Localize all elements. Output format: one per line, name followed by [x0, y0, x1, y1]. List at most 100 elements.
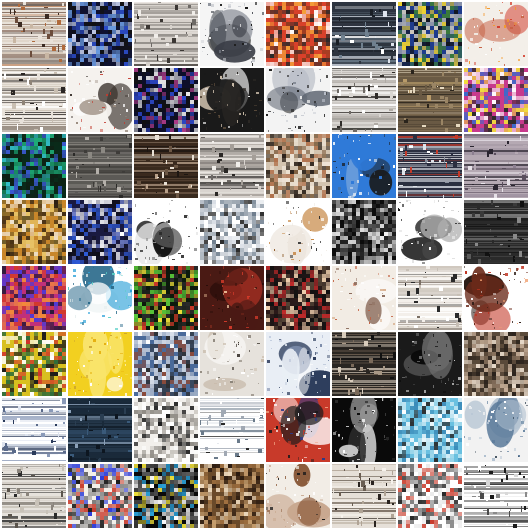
sample-image-tile	[68, 398, 132, 462]
sample-image-tile	[200, 68, 264, 132]
sample-image-tile	[68, 200, 132, 264]
sample-image-tile	[68, 266, 132, 330]
sample-image	[134, 134, 198, 198]
sample-image-tile	[464, 464, 528, 528]
sample-image-tile	[200, 200, 264, 264]
sample-image-tile	[2, 2, 66, 66]
sample-image-tile	[2, 68, 66, 132]
sample-image	[134, 2, 198, 66]
sample-image-tile	[134, 398, 198, 462]
sample-image	[68, 464, 132, 528]
sample-image	[398, 200, 462, 264]
sample-image	[464, 68, 528, 132]
sample-image-tile	[266, 332, 330, 396]
sample-image	[332, 200, 396, 264]
sample-image	[68, 200, 132, 264]
sample-image	[134, 200, 198, 264]
sample-image	[200, 332, 264, 396]
sample-image	[2, 266, 66, 330]
sample-image	[200, 266, 264, 330]
sample-image	[332, 68, 396, 132]
sample-image	[266, 332, 330, 396]
sample-image-tile	[332, 134, 396, 198]
sample-image	[398, 464, 462, 528]
sample-image	[2, 398, 66, 462]
sample-image-tile	[332, 68, 396, 132]
sample-image	[332, 464, 396, 528]
sample-image	[200, 134, 264, 198]
sample-image-tile	[266, 134, 330, 198]
sample-image	[68, 266, 132, 330]
sample-image	[68, 68, 132, 132]
sample-image	[464, 464, 528, 528]
sample-image-tile	[2, 332, 66, 396]
sample-image-tile	[332, 266, 396, 330]
sample-image-tile	[68, 332, 132, 396]
sample-image	[332, 398, 396, 462]
sample-image	[68, 2, 132, 66]
sample-image	[266, 200, 330, 264]
sample-image	[68, 332, 132, 396]
sample-image-tile	[464, 2, 528, 66]
sample-image-tile	[464, 332, 528, 396]
sample-image-tile	[266, 68, 330, 132]
sample-image-tile	[464, 134, 528, 198]
sample-image	[200, 2, 264, 66]
sample-image-tile	[134, 134, 198, 198]
sample-image-tile	[68, 464, 132, 528]
sample-image-tile	[200, 398, 264, 462]
sample-image-tile	[266, 398, 330, 462]
image-grid	[0, 0, 530, 530]
sample-image-tile	[2, 464, 66, 528]
sample-image	[134, 464, 198, 528]
sample-image	[266, 2, 330, 66]
sample-image-tile	[2, 200, 66, 264]
sample-image-tile	[464, 200, 528, 264]
sample-image	[134, 68, 198, 132]
sample-image-tile	[332, 2, 396, 66]
sample-image-tile	[200, 464, 264, 528]
sample-image-tile	[464, 266, 528, 330]
sample-image-tile	[332, 332, 396, 396]
sample-image-tile	[134, 68, 198, 132]
sample-image	[2, 464, 66, 528]
sample-image	[266, 134, 330, 198]
sample-image	[266, 266, 330, 330]
sample-image-tile	[200, 332, 264, 396]
sample-image-tile	[398, 266, 462, 330]
sample-image-tile	[398, 200, 462, 264]
sample-image	[2, 2, 66, 66]
sample-image-tile	[200, 2, 264, 66]
sample-image	[2, 332, 66, 396]
sample-image-tile	[398, 68, 462, 132]
sample-image	[464, 266, 528, 330]
sample-image-tile	[134, 332, 198, 396]
sample-image-tile	[464, 398, 528, 462]
sample-image-tile	[332, 200, 396, 264]
sample-image-tile	[2, 134, 66, 198]
sample-image-tile	[2, 266, 66, 330]
sample-image	[266, 398, 330, 462]
sample-image	[398, 332, 462, 396]
sample-image	[398, 134, 462, 198]
sample-image	[200, 200, 264, 264]
sample-image-tile	[332, 398, 396, 462]
sample-image	[134, 398, 198, 462]
sample-image-tile	[68, 134, 132, 198]
sample-image	[68, 398, 132, 462]
sample-image-tile	[398, 134, 462, 198]
sample-image	[464, 134, 528, 198]
sample-image-tile	[398, 2, 462, 66]
sample-image-tile	[398, 464, 462, 528]
sample-image-tile	[464, 68, 528, 132]
sample-image	[200, 68, 264, 132]
sample-image	[332, 332, 396, 396]
sample-image-tile	[332, 464, 396, 528]
sample-image	[398, 398, 462, 462]
sample-image-tile	[266, 2, 330, 66]
sample-image-tile	[266, 266, 330, 330]
sample-image-tile	[68, 2, 132, 66]
sample-image	[2, 200, 66, 264]
sample-image-tile	[398, 398, 462, 462]
sample-image	[332, 2, 396, 66]
